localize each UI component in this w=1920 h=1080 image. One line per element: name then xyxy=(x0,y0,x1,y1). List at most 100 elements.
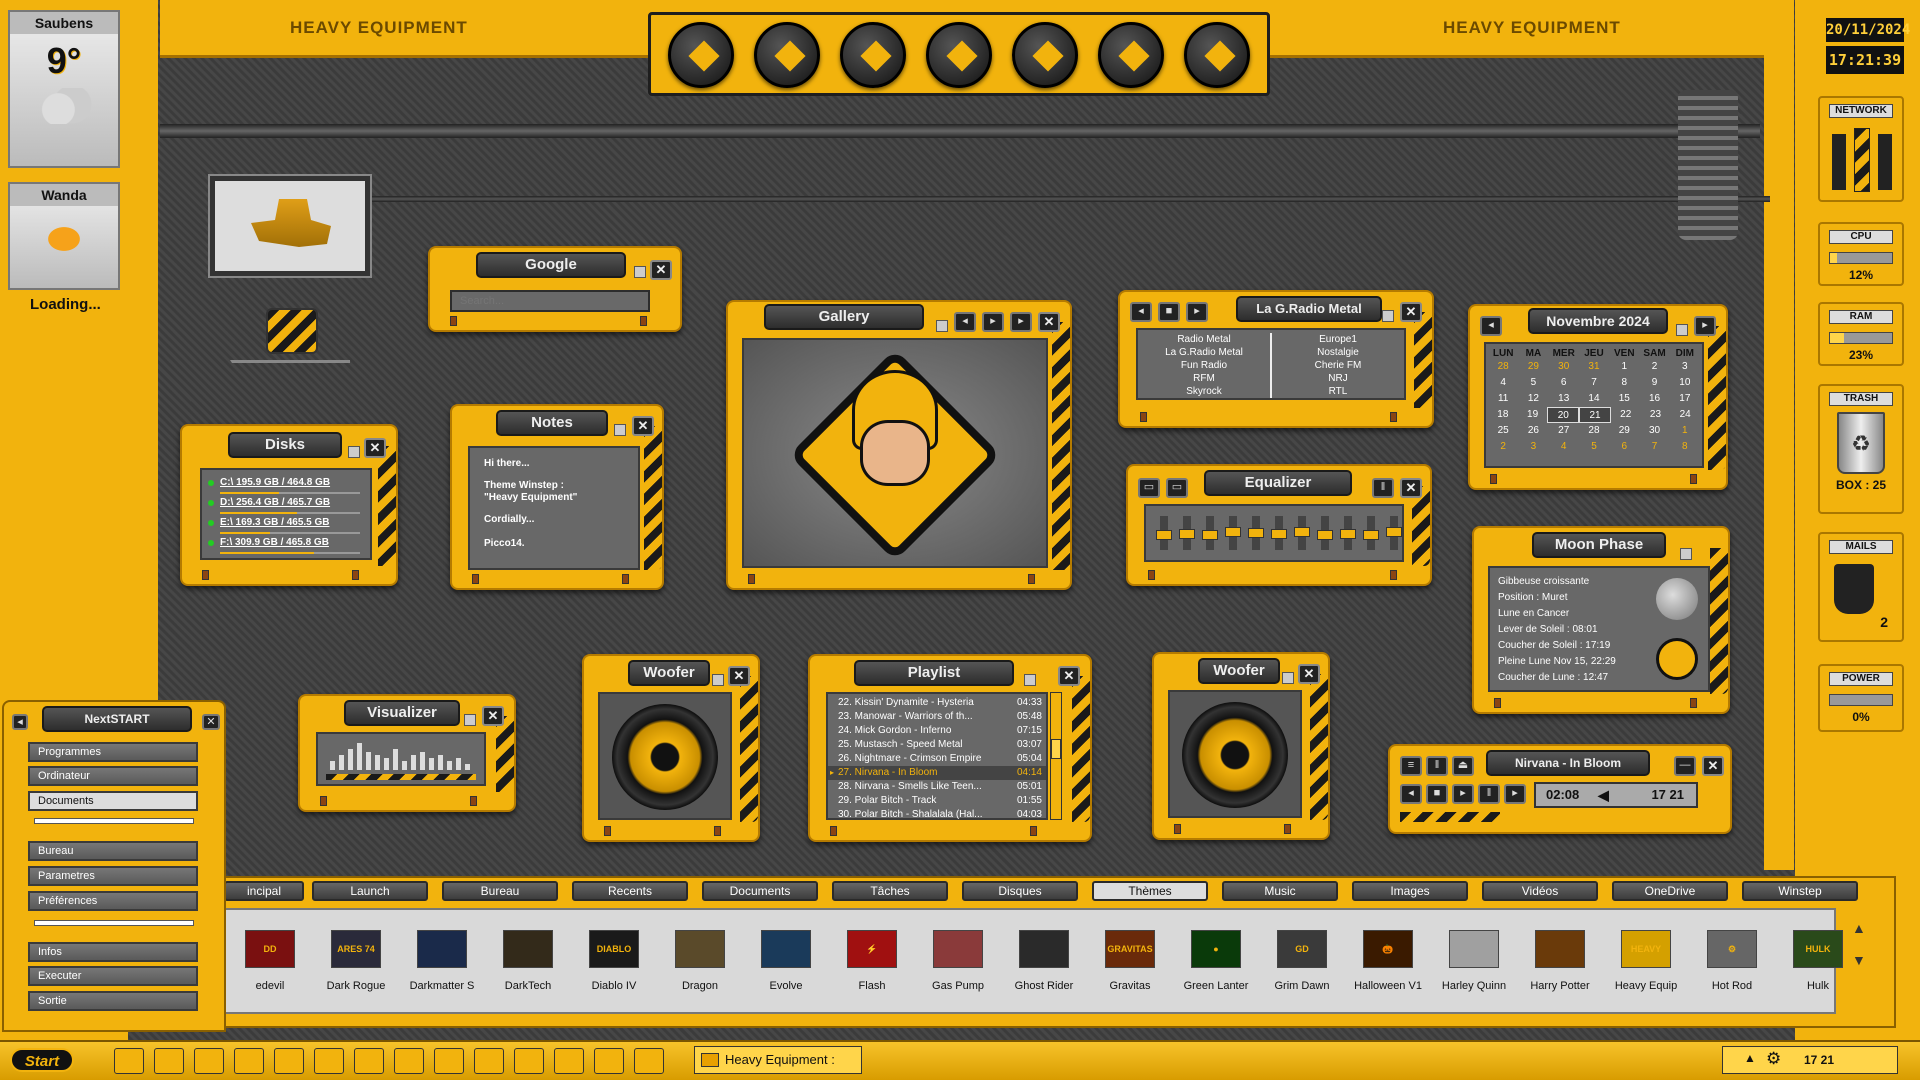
calendar-day[interactable]: 23 xyxy=(1641,407,1671,423)
globe-icon[interactable] xyxy=(840,22,906,88)
calendar-day[interactable]: 4 xyxy=(1488,375,1518,391)
radio-station[interactable]: Radio Metal xyxy=(1138,333,1270,346)
start-menu-item[interactable]: Infos xyxy=(28,942,198,962)
playlist-track[interactable]: 28. Nirvana - Smells Like Teen... 05:01 xyxy=(828,780,1046,794)
category-tab[interactable]: Thèmes xyxy=(1092,881,1208,901)
scroll-down-icon[interactable]: ▼ xyxy=(1852,952,1866,968)
calendar-day[interactable]: 14 xyxy=(1579,391,1609,407)
calendar-day[interactable]: 3 xyxy=(1670,359,1700,375)
task-view-icon[interactable] xyxy=(194,1048,224,1074)
calendar-day[interactable]: 7 xyxy=(1579,375,1609,391)
playlist-track[interactable]: 25. Mustasch - Speed Metal 03:07 xyxy=(828,738,1046,752)
category-tab[interactable]: Music xyxy=(1222,881,1338,901)
calendar-day[interactable]: 2 xyxy=(1639,359,1669,375)
cpu-widget[interactable]: CPU 12% xyxy=(1818,222,1904,286)
calendar-day[interactable]: 30 xyxy=(1639,423,1669,439)
eq-slider[interactable] xyxy=(1363,516,1379,550)
calendar-day[interactable]: 30 xyxy=(1549,359,1579,375)
playlist-toggle-button[interactable]: ≡ xyxy=(1400,756,1422,776)
settings-gear-icon[interactable]: ⚙ xyxy=(1766,1049,1781,1069)
close-button[interactable]: ✕ xyxy=(1058,666,1080,686)
playlist-track[interactable]: 22. Kissin' Dynamite - Hysteria 04:33 xyxy=(828,696,1046,710)
play-icon[interactable] xyxy=(926,22,992,88)
eq-slider[interactable] xyxy=(1317,516,1333,550)
close-button[interactable]: ✕ xyxy=(1298,664,1320,684)
calendar-day[interactable]: 25 xyxy=(1488,423,1518,439)
settings-icon[interactable] xyxy=(634,1048,664,1074)
search-sign-icon[interactable] xyxy=(754,22,820,88)
eq-slider[interactable] xyxy=(1271,516,1287,550)
minimize-square[interactable] xyxy=(1676,324,1688,336)
calendar-day[interactable]: 10 xyxy=(1670,375,1700,391)
minimize-square[interactable] xyxy=(936,320,948,332)
playlist-list[interactable]: 22. Kissin' Dynamite - Hysteria 04:33 23. … xyxy=(826,692,1048,820)
calendar-day[interactable]: 20 xyxy=(1547,407,1580,423)
calendar-day[interactable]: 9 xyxy=(1639,375,1669,391)
close-button[interactable]: ✕ xyxy=(728,666,750,686)
calendar-day[interactable]: 2 xyxy=(1488,439,1518,455)
theme-thumbnail[interactable]: Ghost Rider xyxy=(1002,912,1086,1010)
calendar-day[interactable]: 28 xyxy=(1579,423,1609,439)
minimize-square[interactable] xyxy=(614,424,626,436)
explorer-icon[interactable] xyxy=(394,1048,424,1074)
scroll-up-icon[interactable]: ▲ xyxy=(1852,920,1866,936)
category-tab[interactable]: Tâches xyxy=(832,881,948,901)
theme-thumbnail[interactable]: ● Green Lanter xyxy=(1174,912,1258,1010)
mail-icon[interactable] xyxy=(594,1048,624,1074)
eq-toggle-button[interactable]: ‖ xyxy=(1372,478,1394,498)
cone-icon[interactable] xyxy=(1184,22,1250,88)
eq-reset-button[interactable]: ▭ xyxy=(1166,478,1188,498)
playlist-track[interactable]: 24. Mick Gordon - Inferno 07:15 xyxy=(828,724,1046,738)
eq-slider[interactable] xyxy=(1340,516,1356,550)
start-menu-item[interactable]: Parametres xyxy=(28,866,198,886)
eject-button[interactable]: ⏏ xyxy=(1452,756,1474,776)
category-tab[interactable]: Disques xyxy=(962,881,1078,901)
close-button[interactable]: ✕ xyxy=(1400,478,1422,498)
category-tab[interactable]: Vidéos xyxy=(1482,881,1598,901)
disk-row[interactable]: C:\ 195.9 GB / 464.8 GB xyxy=(206,476,366,496)
radio-station[interactable]: La G.Radio Metal xyxy=(1138,346,1270,359)
disk-row[interactable]: E:\ 169.3 GB / 465.5 GB xyxy=(206,516,366,536)
eq-toggle-button[interactable]: ‖ xyxy=(1426,756,1448,776)
category-tab[interactable]: Recents xyxy=(572,881,688,901)
radio-next-button[interactable]: ▸ xyxy=(1186,302,1208,322)
calendar-day[interactable]: 5 xyxy=(1579,439,1609,455)
close-button[interactable]: ✕ xyxy=(632,416,654,436)
firefox-icon[interactable] xyxy=(354,1048,384,1074)
radio-station[interactable]: RTL xyxy=(1272,385,1404,398)
calendar-day[interactable]: 28 xyxy=(1488,359,1518,375)
tools-icon[interactable] xyxy=(274,1048,304,1074)
eq-slider[interactable] xyxy=(1179,516,1195,550)
close-button[interactable]: ✕ xyxy=(1038,312,1060,332)
theme-thumbnail[interactable]: Evolve xyxy=(744,912,828,1010)
radio-station[interactable]: Fun Radio xyxy=(1138,359,1270,372)
calendar-day[interactable]: 1 xyxy=(1670,423,1700,439)
theme-thumbnail[interactable]: DIABLO Diablo IV xyxy=(572,912,656,1010)
close-button[interactable]: ✕ xyxy=(202,714,220,730)
network-widget[interactable]: NETWORK xyxy=(1818,96,1904,202)
playlist-track[interactable]: 23. Manowar - Warriors of th... 05:48 xyxy=(828,710,1046,724)
start-menu-item[interactable]: Documents xyxy=(28,791,198,811)
minimize-square[interactable] xyxy=(634,266,646,278)
theme-thumbnail[interactable]: HULK Hulk xyxy=(1776,912,1860,1010)
pause-button[interactable]: ‖ xyxy=(1478,784,1500,804)
calendar-day[interactable]: 6 xyxy=(1609,439,1639,455)
radio-station[interactable]: Cherie FM xyxy=(1272,359,1404,372)
search-icon[interactable] xyxy=(154,1048,184,1074)
minimize-button[interactable]: — xyxy=(1674,756,1696,776)
calendar-day[interactable]: 7 xyxy=(1639,439,1669,455)
power-widget[interactable]: POWER 0% xyxy=(1818,664,1904,732)
calendar-day[interactable]: 26 xyxy=(1518,423,1548,439)
theme-thumbnail[interactable]: GD Grim Dawn xyxy=(1260,912,1344,1010)
theme-thumbnail[interactable]: 🎃 Halloween V1 xyxy=(1346,912,1430,1010)
minimize-square[interactable] xyxy=(1382,310,1394,322)
eq-slider[interactable] xyxy=(1294,516,1310,550)
theme-thumbnail[interactable]: Harley Quinn xyxy=(1432,912,1516,1010)
playlist-track[interactable]: 26. Nightmare - Crimson Empire 05:04 xyxy=(828,752,1046,766)
calendar-day[interactable]: 11 xyxy=(1488,391,1518,407)
calendar-next-button[interactable]: ▸ xyxy=(1694,316,1716,336)
playlist-scrollbar[interactable] xyxy=(1050,692,1062,820)
calendar-day[interactable]: 31 xyxy=(1579,359,1609,375)
theme-thumbnail[interactable]: Dragon xyxy=(658,912,742,1010)
category-tab[interactable]: Launch xyxy=(312,881,428,901)
